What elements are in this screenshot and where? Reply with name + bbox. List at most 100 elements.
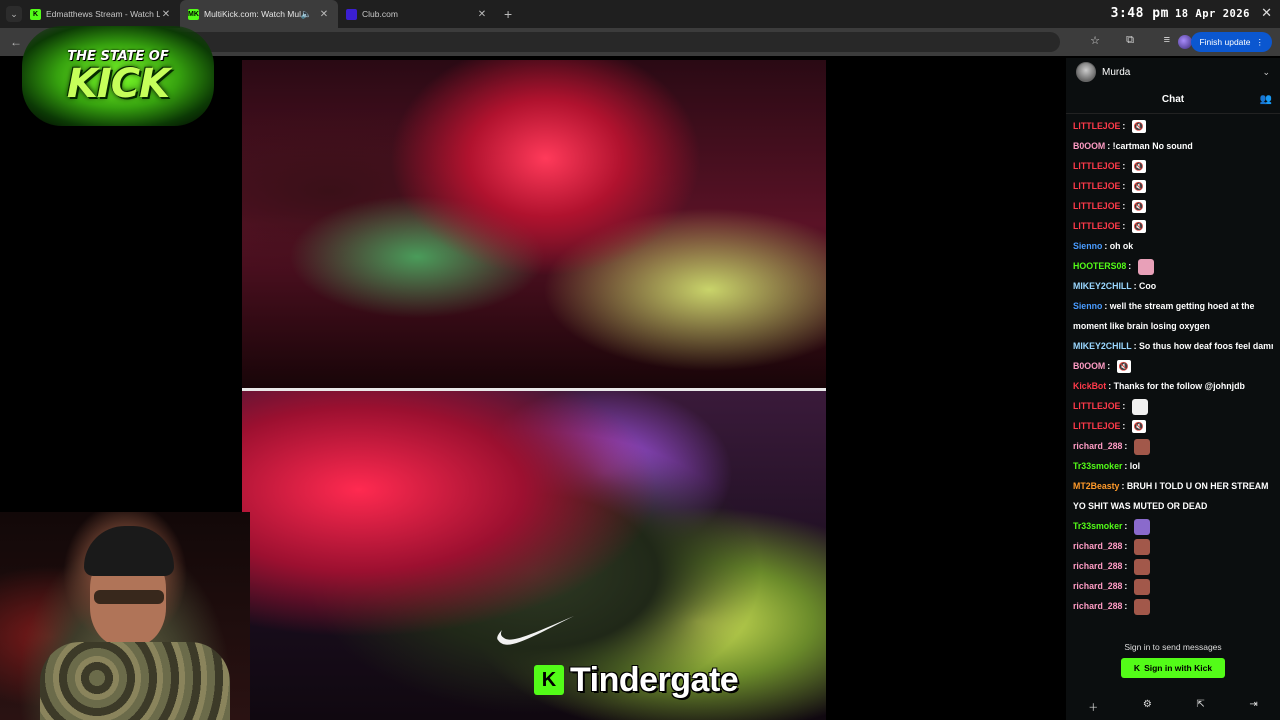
chat-username[interactable]: richard_288: [1073, 581, 1122, 591]
gear-icon[interactable]: ⚙: [1143, 699, 1152, 714]
chat-username[interactable]: richard_288: [1073, 561, 1122, 571]
chat-username[interactable]: MIKEY2CHILL: [1073, 341, 1132, 351]
chat-panel: Murda ⌄ Chat 👥 LITTLEJOE: 🔇 B0OOM: !cartm…: [1066, 58, 1280, 720]
kick-k-icon: K: [534, 665, 564, 695]
chat-message: LITTLEJOE: 🔇: [1073, 176, 1273, 196]
chat-separator: :: [1128, 261, 1134, 271]
face-brown-emote-icon: [1133, 438, 1150, 455]
face-brown-emote-icon: [1133, 598, 1150, 615]
browser-tab[interactable]: Club.com ✕: [338, 0, 496, 28]
chat-text: !cartman No sound: [1112, 141, 1193, 151]
chat-separator: :: [1107, 361, 1113, 371]
tab-title: MultiKick.com: Watch Multi: [204, 9, 301, 19]
chat-username[interactable]: B0OOM: [1073, 141, 1105, 151]
finish-update-button[interactable]: Finish update ⋮: [1191, 32, 1272, 52]
kick-logo-icon: K: [1133, 663, 1141, 673]
browser-tab-strip: ⌄ K Edmatthews Stream - Watch Li ✕ MK MultiK…: [0, 0, 1280, 28]
tab-audio-icon[interactable]: 🔈: [301, 9, 312, 20]
chat-username[interactable]: HOOTERS08: [1073, 261, 1126, 271]
chat-text: Coo: [1139, 281, 1157, 291]
bookmark-star-icon[interactable]: ☆: [1090, 34, 1100, 47]
extensions-icon[interactable]: ⧉: [1126, 34, 1134, 47]
clock: 3:48 pm 18 Apr 2026: [1111, 6, 1250, 21]
chat-title: Chat: [1161, 94, 1185, 105]
chevron-down-icon[interactable]: ⌄: [1262, 67, 1270, 78]
face-brown-emote-icon: [1133, 578, 1150, 595]
browser-tab[interactable]: MK MultiKick.com: Watch Multi 🔈 ✕: [180, 0, 338, 28]
chat-username[interactable]: LITTLEJOE: [1073, 181, 1120, 191]
browser-tab[interactable]: K Edmatthews Stream - Watch Li ✕: [22, 0, 180, 28]
chat-username[interactable]: Sienno: [1073, 301, 1102, 311]
window-close-icon[interactable]: ✕: [1261, 5, 1272, 21]
kebab-menu-icon[interactable]: ⋮: [1256, 37, 1265, 48]
chat-message: B0OOM: 🔇: [1073, 356, 1273, 376]
chat-username[interactable]: KickBot: [1073, 381, 1106, 391]
chat-message: richard_288:: [1073, 596, 1273, 616]
chat-username[interactable]: LITTLEJOE: [1073, 221, 1120, 231]
tab-close-icon[interactable]: ✕: [318, 9, 330, 20]
signin-with-kick-button[interactable]: K Sign in with Kick: [1121, 658, 1225, 678]
skull-emote-icon: [1131, 398, 1148, 415]
state-of-kick-logo: THE STATE OF KICK: [22, 26, 214, 126]
users-icon[interactable]: 👥: [1260, 94, 1272, 105]
chat-separator: :: [1122, 121, 1128, 131]
chat-username[interactable]: richard_288: [1073, 601, 1122, 611]
chat-channel-header[interactable]: Murda ⌄: [1066, 58, 1280, 86]
tab-close-icon[interactable]: ✕: [476, 9, 488, 20]
reading-list-icon[interactable]: ≡: [1164, 34, 1170, 46]
tab-search-chevron-icon[interactable]: ⌄: [6, 6, 22, 22]
chat-message: MIKEY2CHILL: Coo: [1073, 276, 1273, 296]
streamer-webcam: [0, 512, 250, 720]
clock-time: 3:48 pm: [1110, 6, 1169, 21]
tab-favicon-icon: [346, 8, 357, 20]
add-user-icon[interactable]: ＋: [1088, 699, 1098, 714]
chat-separator: :: [1124, 441, 1130, 451]
chat-message: LITTLEJOE: 🔇: [1073, 196, 1273, 216]
collapse-chat-icon[interactable]: ⇥: [1249, 699, 1257, 714]
chat-username[interactable]: LITTLEJOE: [1073, 161, 1120, 171]
chat-username[interactable]: LITTLEJOE: [1073, 201, 1120, 211]
chat-message: MT2Beasty: BRUH I TOLD U ON HER STREAM Y…: [1073, 476, 1273, 516]
video-feed-top[interactable]: [242, 60, 826, 388]
chat-text: oh ok: [1109, 241, 1134, 251]
chat-username[interactable]: LITTLEJOE: [1073, 401, 1120, 411]
chat-message: HOOTERS08:: [1073, 256, 1273, 276]
chat-message: B0OOM: !cartman No sound: [1073, 136, 1273, 156]
chat-username[interactable]: LITTLEJOE: [1073, 121, 1120, 131]
chat-message: LITTLEJOE: 🔇: [1073, 416, 1273, 436]
streamer-glasses: [94, 590, 164, 604]
mute-emote-icon: 🔇: [1131, 220, 1146, 234]
popout-icon[interactable]: ⇱: [1196, 699, 1204, 714]
chat-footer-icons: ＋ ⚙ ⇱ ⇥: [1066, 699, 1280, 714]
chat-separator: :: [1122, 201, 1128, 211]
tab-title: Edmatthews Stream - Watch Li: [46, 9, 160, 19]
back-icon[interactable]: ←: [10, 35, 26, 49]
chat-message: richard_288:: [1073, 436, 1273, 456]
chat-username[interactable]: B0OOM: [1073, 361, 1105, 371]
chat-message: LITTLEJOE: 🔇: [1073, 116, 1273, 136]
chat-username[interactable]: LITTLEJOE: [1073, 421, 1120, 431]
streamer-shirt: [40, 642, 230, 720]
chat-username[interactable]: Tr33smoker: [1073, 521, 1122, 531]
chat-separator: :: [1124, 541, 1130, 551]
new-tab-button[interactable]: +: [504, 6, 512, 22]
chat-username[interactable]: richard_288: [1073, 541, 1122, 551]
chat-username[interactable]: Sienno: [1073, 241, 1102, 251]
chat-separator: :: [1122, 401, 1128, 411]
mute-emote-icon: 🔇: [1131, 420, 1146, 434]
chat-username[interactable]: MIKEY2CHILL: [1073, 281, 1132, 291]
finish-update-label: Finish update: [1199, 37, 1251, 47]
chat-username[interactable]: richard_288: [1073, 441, 1122, 451]
chat-username[interactable]: Tr33smoker: [1073, 461, 1122, 471]
chat-separator: :: [1122, 221, 1128, 231]
streamer-cap: [84, 526, 174, 576]
chat-separator: :: [1124, 601, 1130, 611]
chat-separator: :: [1124, 581, 1130, 591]
chat-messages: LITTLEJOE: 🔇 B0OOM: !cartman No sound LITT…: [1066, 114, 1280, 616]
logo-main-text: KICK: [66, 60, 170, 107]
chat-username[interactable]: MT2Beasty: [1073, 481, 1119, 491]
tab-close-icon[interactable]: ✕: [160, 9, 172, 20]
tab-title: Club.com: [362, 9, 398, 19]
face-pink-emote-icon: [1137, 258, 1154, 275]
profile-avatar-icon[interactable]: [1178, 35, 1192, 49]
